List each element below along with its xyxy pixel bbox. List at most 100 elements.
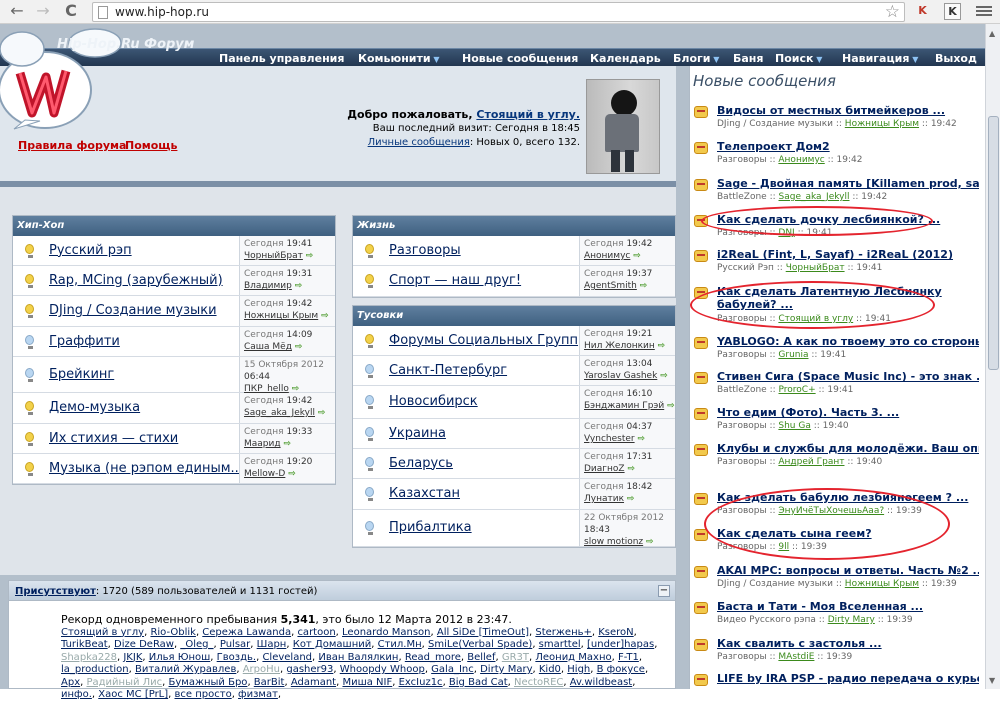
- online-user-link[interactable]: Shapka228: [61, 652, 117, 663]
- online-user-link[interactable]: Кот Домашний: [293, 639, 372, 650]
- online-user-link[interactable]: _Oleg_: [180, 639, 213, 650]
- post-title-link[interactable]: Клубы и службы для молодёжи. Ваш опыт ..…: [717, 442, 979, 455]
- forum-link[interactable]: Их стихия — стихи: [49, 431, 178, 446]
- online-user-link[interactable]: инфо.: [61, 689, 92, 700]
- forum-link[interactable]: Украина: [389, 426, 446, 441]
- online-user-link[interactable]: GR3T: [502, 652, 529, 663]
- post-title-link[interactable]: YABLOGO: А как по твоему это со стороны …: [717, 335, 979, 348]
- post-title-link[interactable]: LIFE by IRA PSP - радио передача о курье…: [717, 672, 979, 685]
- nav-logout[interactable]: Выход: [935, 52, 977, 65]
- online-user-link[interactable]: В фокусе: [597, 664, 645, 675]
- online-user-link[interactable]: Илья Юнош: [149, 652, 211, 663]
- nav-sauna[interactable]: Баня: [733, 52, 763, 65]
- online-user-link[interactable]: All SiDe [TimeOut]: [437, 627, 529, 638]
- last-post-user[interactable]: Yaroslav Gashek: [584, 371, 657, 381]
- online-user-link[interactable]: Виталий Журавлев: [135, 664, 236, 675]
- post-author[interactable]: Анонимус: [778, 155, 824, 165]
- online-user-link[interactable]: Pulsar: [220, 639, 250, 650]
- last-post-user[interactable]: DиагноZ: [584, 464, 625, 474]
- online-user-link[interactable]: Сережа Lawanda: [202, 627, 291, 638]
- last-post-user[interactable]: Нил Желонкин: [584, 341, 655, 351]
- post-title-link[interactable]: Что едим (Фото). Часть 3. ...: [717, 406, 979, 419]
- online-user-link[interactable]: все просто: [175, 689, 232, 700]
- post-author[interactable]: Ножницы Крым: [845, 579, 919, 589]
- site-logo[interactable]: Hip-Hop.Ru Форум: [0, 25, 215, 130]
- online-user-link[interactable]: Adamant: [291, 677, 336, 688]
- online-user-link[interactable]: Стил.Мн: [378, 639, 422, 650]
- online-user-link[interactable]: Rio-Oblik: [150, 627, 195, 638]
- last-post-user[interactable]: Ножницы Крым: [244, 311, 318, 321]
- private-messages-link[interactable]: Личные сообщения: [368, 137, 470, 148]
- go-to-last-post-icon[interactable]: ⇨: [283, 439, 291, 449]
- post-author[interactable]: Sage_aka_Jekyll: [779, 192, 850, 202]
- scroll-thumb[interactable]: [988, 116, 999, 370]
- forward-button[interactable]: →: [32, 1, 54, 21]
- forum-link[interactable]: Новосибирск: [389, 394, 478, 409]
- go-to-last-post-icon[interactable]: ⇨: [646, 537, 654, 547]
- post-title-link[interactable]: Баста и Тати - Моя Вселенная ...: [717, 600, 979, 613]
- post-title-link[interactable]: Как свалить с застолья ...: [717, 637, 979, 650]
- online-user-link[interactable]: Иван Валялкин: [318, 652, 398, 663]
- online-user-link[interactable]: Леонид Махно: [535, 652, 611, 663]
- nav-navigation[interactable]: Навигация ▼: [842, 52, 918, 65]
- online-user-link[interactable]: Стоящий в углу: [61, 627, 144, 638]
- online-user-link[interactable]: Read_more: [405, 652, 461, 663]
- online-user-link[interactable]: KseroN: [598, 627, 633, 638]
- go-to-last-post-icon[interactable]: ⇨: [295, 342, 303, 352]
- online-user-link[interactable]: ExcIuz1c: [399, 677, 443, 688]
- post-author[interactable]: Grunia: [778, 350, 808, 360]
- forum-link[interactable]: Санкт-Петербург: [389, 363, 507, 378]
- go-to-last-post-icon[interactable]: ⇨: [633, 251, 641, 261]
- online-user-link[interactable]: Big Bad Cat: [449, 677, 508, 688]
- bookmark-star-icon[interactable]: ☆: [885, 2, 900, 22]
- online-user-link[interactable]: High: [567, 664, 590, 675]
- post-title-link[interactable]: Видосы от местных битмейкеров ...: [717, 104, 979, 117]
- online-user-link[interactable]: smarttel: [539, 639, 581, 650]
- help-link[interactable]: Помощь: [125, 139, 177, 152]
- nav-blogs[interactable]: Блоги ▼: [673, 52, 719, 65]
- forum-link[interactable]: Музыка (не рэпом единым...): [49, 461, 248, 476]
- online-user-link[interactable]: la_production: [61, 664, 129, 675]
- online-user-link[interactable]: [under]hapas: [587, 639, 654, 650]
- post-author[interactable]: Андрей Грант: [778, 457, 844, 467]
- last-post-user[interactable]: Бэнджамин Грэй: [584, 401, 664, 411]
- last-post-user[interactable]: Маарид: [244, 439, 281, 449]
- forum-link[interactable]: Граффити: [49, 334, 120, 349]
- forum-link[interactable]: Форумы Социальных Групп: [389, 333, 578, 348]
- forum-link[interactable]: Казахстан: [389, 486, 460, 501]
- last-post-user[interactable]: Лунатик: [584, 494, 624, 504]
- go-to-last-post-icon[interactable]: ⇨: [318, 408, 326, 418]
- last-post-user[interactable]: Vynchester: [584, 434, 635, 444]
- online-user-link[interactable]: Apx: [61, 677, 80, 688]
- go-to-last-post-icon[interactable]: ⇨: [627, 494, 635, 504]
- forum-link[interactable]: Rap, MCing (зарубежный): [49, 273, 223, 288]
- online-user-link[interactable]: BarBit: [254, 677, 285, 688]
- username-link[interactable]: Стоящий в углу.: [476, 108, 580, 121]
- nav-control-panel[interactable]: Панель управления: [219, 52, 344, 65]
- go-to-last-post-icon[interactable]: ⇨: [658, 341, 666, 351]
- extension-k-icon[interactable]: K: [944, 3, 961, 20]
- page-scrollbar[interactable]: ▲ ▼: [985, 24, 1000, 689]
- online-user-link[interactable]: физмат: [238, 689, 278, 700]
- online-user-link[interactable]: Leonardo Manson: [342, 627, 430, 638]
- post-author[interactable]: ЧорныйБрат: [786, 263, 845, 273]
- go-to-last-post-icon[interactable]: ⇨: [667, 401, 675, 411]
- last-post-user[interactable]: AgentSmith: [584, 281, 637, 291]
- online-user-link[interactable]: JKJK: [123, 652, 142, 663]
- last-post-user[interactable]: Владимир: [244, 281, 292, 291]
- online-user-link[interactable]: Хаос МС [PrL]: [98, 689, 168, 700]
- browser-menu-icon[interactable]: [976, 4, 992, 18]
- online-user-link[interactable]: TurikBeat: [61, 639, 108, 650]
- post-author[interactable]: Shu Ga: [778, 421, 810, 431]
- forum-link[interactable]: Прибалтика: [389, 520, 472, 535]
- go-to-last-post-icon[interactable]: ⇨: [288, 469, 296, 479]
- last-post-user[interactable]: Mellow-D: [244, 469, 285, 479]
- last-post-user[interactable]: Саша Mёд: [244, 342, 292, 352]
- go-to-last-post-icon[interactable]: ⇨: [627, 464, 635, 474]
- nav-calendar[interactable]: Календарь: [590, 52, 661, 65]
- online-user-link[interactable]: F-T1: [618, 652, 639, 663]
- back-button[interactable]: ←: [6, 1, 28, 21]
- user-avatar[interactable]: [586, 79, 660, 174]
- online-user-link[interactable]: cartoon: [297, 627, 335, 638]
- last-post-user[interactable]: Анонимус: [584, 251, 630, 261]
